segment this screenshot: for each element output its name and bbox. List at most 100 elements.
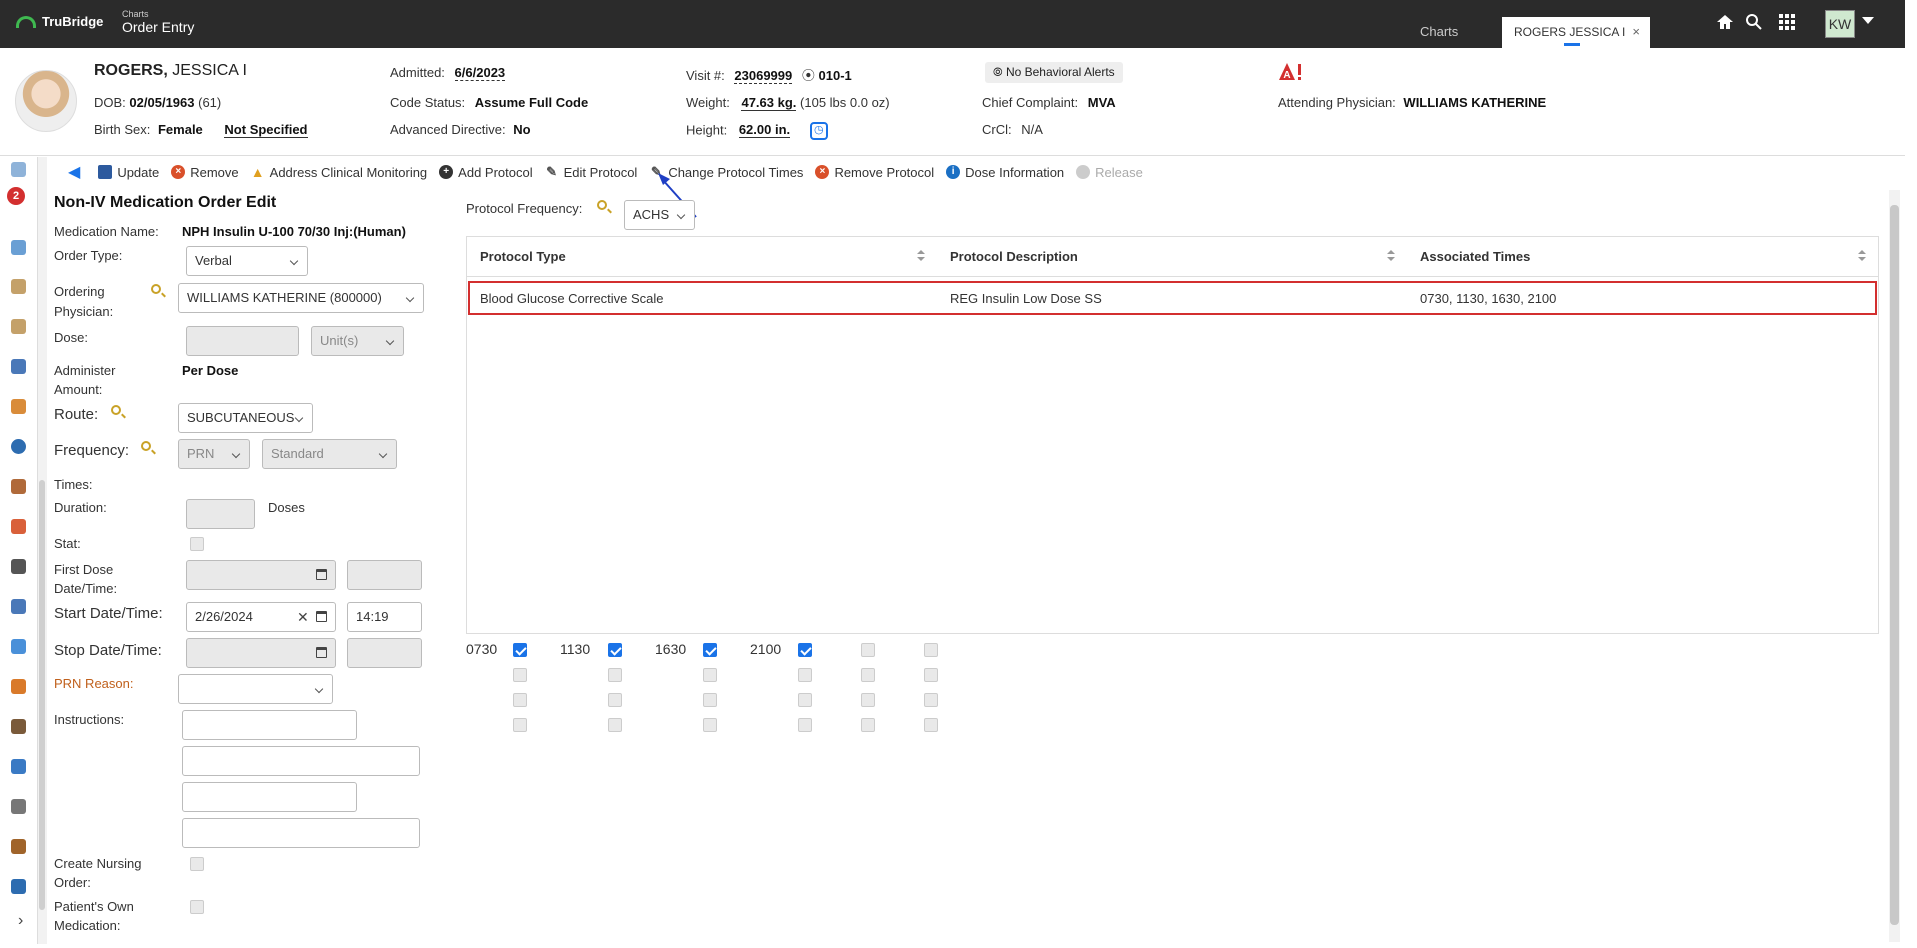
tab-patient[interactable]: ROGERS JESSICA I ×: [1502, 17, 1650, 48]
nav-orders-icon[interactable]: [11, 279, 26, 294]
duration-input[interactable]: [186, 499, 255, 529]
route-select[interactable]: SUBCUTANEOUS: [178, 403, 313, 433]
nav-table-icon[interactable]: [11, 839, 26, 854]
clear-date-icon[interactable]: ✕: [297, 609, 309, 626]
time-checkbox[interactable]: [513, 643, 527, 657]
time-checkbox[interactable]: [703, 693, 717, 707]
prn-reason-select[interactable]: [178, 674, 333, 704]
user-avatar[interactable]: KW: [1825, 10, 1855, 38]
behavioral-alert-badge[interactable]: ⦾ No Behavioral Alerts: [985, 62, 1123, 83]
home-icon[interactable]: [1716, 13, 1734, 31]
user-menu-caret-icon[interactable]: [1862, 17, 1874, 24]
protocol-frequency-select[interactable]: ACHS: [624, 200, 695, 230]
nav-documents-icon[interactable]: [11, 359, 26, 374]
nav-device-icon[interactable]: [11, 559, 26, 574]
tab-charts[interactable]: Charts: [1420, 24, 1458, 39]
address-clinical-monitoring-button[interactable]: ▲ Address Clinical Monitoring: [251, 165, 427, 180]
nav-list-icon[interactable]: [11, 719, 26, 734]
time-checkbox[interactable]: [798, 643, 812, 657]
update-button[interactable]: Update: [98, 165, 159, 180]
height-value[interactable]: 62.00 in.: [738, 122, 791, 139]
time-checkbox[interactable]: [608, 668, 622, 682]
stat-checkbox[interactable]: [190, 537, 204, 551]
notification-badge[interactable]: 2: [7, 187, 25, 205]
nav-heart-icon[interactable]: [11, 519, 26, 534]
stop-date-input[interactable]: [186, 638, 336, 668]
time-checkbox[interactable]: [861, 643, 875, 657]
sort-icon[interactable]: [917, 250, 925, 262]
instructions-input-4[interactable]: [182, 818, 420, 848]
search-icon[interactable]: [1745, 13, 1763, 31]
time-checkbox[interactable]: [861, 718, 875, 732]
release-button[interactable]: Release: [1076, 165, 1143, 180]
order-type-select[interactable]: Verbal: [186, 246, 308, 276]
time-checkbox[interactable]: [924, 718, 938, 732]
dose-unit-select[interactable]: Unit(s): [311, 326, 404, 356]
time-checkbox[interactable]: [703, 718, 717, 732]
col-protocol-type[interactable]: Protocol Type: [480, 249, 566, 264]
own-med-checkbox[interactable]: [190, 900, 204, 914]
start-date-input[interactable]: 2/26/2024: [186, 602, 336, 632]
time-checkbox[interactable]: [608, 718, 622, 732]
instructions-input-1[interactable]: [182, 710, 357, 740]
admitted-value[interactable]: 6/6/2023: [454, 65, 506, 81]
time-checkbox[interactable]: [924, 693, 938, 707]
nav-edit-icon[interactable]: [11, 879, 26, 894]
weight-value[interactable]: 47.63 kg.: [741, 95, 797, 111]
start-time-input[interactable]: 14:19: [347, 602, 422, 632]
col-associated-times[interactable]: Associated Times: [1420, 249, 1530, 264]
time-checkbox[interactable]: [608, 643, 622, 657]
back-arrow-icon[interactable]: ◀: [68, 162, 80, 182]
stop-time-input[interactable]: [347, 638, 422, 668]
protocol-lookup-icon[interactable]: [597, 200, 607, 210]
visit-value[interactable]: 23069999: [734, 68, 793, 84]
physician-lookup-icon[interactable]: [151, 284, 161, 294]
nav-results-icon[interactable]: [11, 240, 26, 255]
table-row[interactable]: Blood Glucose Corrective Scale REG Insul…: [468, 281, 1877, 315]
time-checkbox[interactable]: [513, 693, 527, 707]
brand-logo[interactable]: TruBridge: [16, 14, 103, 29]
ordering-physician-select[interactable]: WILLIAMS KATHERINE (800000): [178, 283, 424, 313]
dose-input[interactable]: [186, 326, 299, 356]
clock-icon[interactable]: ◷: [809, 122, 828, 140]
first-dose-time-input[interactable]: [347, 560, 422, 590]
nav-notes-icon[interactable]: [11, 319, 26, 334]
time-checkbox[interactable]: [798, 718, 812, 732]
instructions-input-2[interactable]: [182, 746, 420, 776]
nav-team-icon[interactable]: [11, 479, 26, 494]
remove-button[interactable]: × Remove: [171, 165, 239, 180]
time-checkbox[interactable]: [513, 668, 527, 682]
add-protocol-button[interactable]: + Add Protocol: [439, 165, 533, 180]
nav-meds-icon[interactable]: [11, 599, 26, 614]
time-checkbox[interactable]: [798, 668, 812, 682]
first-dose-calendar-icon[interactable]: [316, 569, 327, 580]
stop-calendar-icon[interactable]: [316, 647, 327, 658]
time-checkbox[interactable]: [703, 668, 717, 682]
nav-grid-icon[interactable]: [11, 799, 26, 814]
nav-globe-icon[interactable]: [11, 439, 26, 454]
expand-sidebar-icon[interactable]: ›: [18, 912, 23, 930]
first-dose-date-input[interactable]: [186, 560, 336, 590]
close-icon[interactable]: ×: [1632, 24, 1640, 39]
col-protocol-description[interactable]: Protocol Description: [950, 249, 1078, 264]
sort-icon[interactable]: [1858, 250, 1866, 262]
nav-vitals-icon[interactable]: [11, 399, 26, 414]
nav-calendar-icon[interactable]: [11, 759, 26, 774]
nav-charts-icon[interactable]: [11, 162, 26, 177]
dose-information-button[interactable]: i Dose Information: [946, 165, 1064, 180]
time-checkbox[interactable]: [861, 668, 875, 682]
nursing-order-checkbox[interactable]: [190, 857, 204, 871]
nav-person-icon[interactable]: [11, 679, 26, 694]
time-checkbox[interactable]: [861, 693, 875, 707]
time-checkbox[interactable]: [924, 668, 938, 682]
nav-transfer-icon[interactable]: [11, 639, 26, 654]
apps-grid-icon[interactable]: [1779, 14, 1795, 30]
frequency-type-select[interactable]: Standard: [262, 439, 397, 469]
allergy-alert-icon[interactable]: A: [1278, 62, 1304, 82]
sort-icon[interactable]: [1387, 250, 1395, 262]
time-checkbox[interactable]: [703, 643, 717, 657]
start-calendar-icon[interactable]: [316, 611, 327, 622]
time-checkbox[interactable]: [608, 693, 622, 707]
edit-protocol-button[interactable]: ✎ Edit Protocol: [545, 165, 637, 180]
route-lookup-icon[interactable]: [111, 405, 121, 415]
